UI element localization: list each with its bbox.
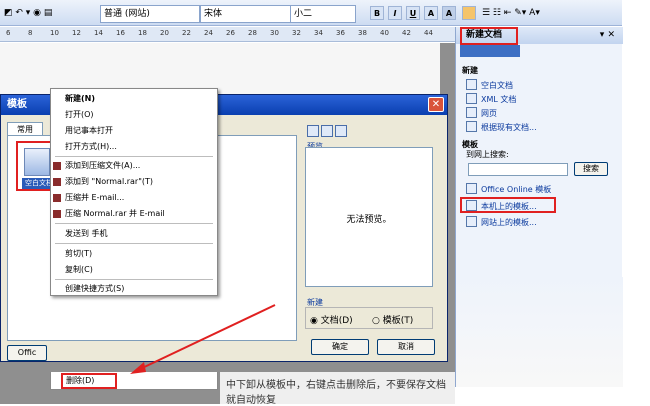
template-icon [466, 216, 477, 227]
no-preview-text: 无法预览。 [346, 215, 392, 225]
taskpane-nav-buttons[interactable] [460, 45, 520, 57]
new-document-taskpane: 新建文档 ▾ ✕ 新建 空白文档 XML 文档 网页 根据现有文档... 模板 … [455, 27, 623, 387]
ruler-tick-label: 38 [358, 29, 367, 37]
ruler-tick-label: 14 [94, 29, 103, 37]
ruler-tick-label: 22 [182, 29, 191, 37]
char-border-button[interactable]: A [442, 6, 456, 20]
section-new: 新建 [462, 66, 478, 75]
style-select[interactable]: 普通 (网站) [100, 5, 200, 23]
bottom-text: 中下卸从模板中，右键点击删除后，不要保存文档就自动恢复 [220, 372, 455, 406]
red-arrow-icon [130, 304, 276, 374]
existing-document-icon [466, 121, 477, 132]
taskpane-item-blank[interactable]: 空白文档 [466, 79, 513, 91]
menu-separator [55, 156, 213, 157]
search-button[interactable]: 搜索 [574, 162, 608, 176]
menu-item-send-to[interactable]: 发送到 手机 [51, 226, 217, 242]
menu-item-compress-email[interactable]: 压缩并 E-mail... [51, 190, 217, 206]
preview-frame: 无法预览。 [305, 147, 433, 287]
font-size-select[interactable]: 小二 [290, 5, 356, 23]
template-icon [466, 200, 477, 211]
formatting-toolbar: ◩ ↶ ▾ ◉ ▤ 普通 (网站) 宋体 小二 B I U A A ☰ ☷ ⇤ … [0, 0, 622, 26]
font-color-button[interactable]: A [424, 6, 438, 20]
menu-item-add-archive[interactable]: 添加到压缩文件(A)... [51, 158, 217, 174]
close-icon[interactable]: ✕ [428, 97, 444, 112]
italic-button[interactable]: I [388, 6, 402, 20]
taskpane-item-office-online[interactable]: Office Online 模板 [466, 183, 551, 195]
ruler-tick-label: 8 [28, 29, 33, 37]
taskpane-empty-area [456, 277, 623, 387]
archive-icon [53, 178, 61, 186]
ruler-tick-label: 26 [226, 29, 235, 37]
ruler-tick-label: 40 [380, 29, 389, 37]
horizontal-ruler: 6 8 10 12 14 16 18 20 22 24 26 28 30 32 34 36 38 40 42 44 [0, 27, 455, 42]
ruler-tick-label: 32 [292, 29, 301, 37]
context-menu: 新建(N) 打开(O) 用记事本打开 打开方式(H)... 添加到压缩文件(A)… [50, 88, 218, 296]
archive-icon [53, 194, 61, 202]
taskpane-item-existing[interactable]: 根据现有文档... [466, 121, 537, 133]
ruler-tick-label: 42 [402, 29, 411, 37]
menu-separator [55, 243, 213, 244]
ok-button[interactable]: 确定 [311, 339, 369, 355]
underline-button[interactable]: U [406, 6, 420, 20]
menu-item-open[interactable]: 打开(O) [51, 107, 217, 123]
radio-template[interactable]: ○ 模板(T) [372, 313, 413, 326]
web-page-icon [466, 107, 477, 118]
office-online-button[interactable]: Offic [7, 345, 47, 361]
taskpane-item-web[interactable]: 网页 [466, 107, 497, 119]
ruler-tick-label: 36 [336, 29, 345, 37]
globe-icon [466, 183, 477, 194]
menu-item-new[interactable]: 新建(N) [51, 91, 217, 107]
menu-separator [55, 279, 213, 280]
menu-item-add-rar[interactable]: 添加到 "Normal.rar"(T) [51, 174, 217, 190]
radio-document[interactable]: ◉ 文档(D) [310, 313, 353, 326]
ruler-tick-label: 28 [248, 29, 257, 37]
archive-icon [53, 162, 61, 170]
menu-item-open-notepad[interactable]: 用记事本打开 [51, 123, 217, 139]
cancel-button[interactable]: 取消 [377, 339, 435, 355]
close-icon[interactable]: ▾ ✕ [600, 27, 615, 44]
bold-button[interactable]: B [370, 6, 384, 20]
highlight-box-title [460, 27, 518, 45]
ruler-tick-label: 30 [270, 29, 279, 37]
highlight-button[interactable] [462, 6, 476, 20]
list-buttons[interactable]: ☰ ☷ ⇤ ✎▾ A▾ [482, 5, 540, 21]
blank-document-icon[interactable] [24, 148, 50, 176]
ruler-tick-label: 44 [424, 29, 433, 37]
menu-item-cut[interactable]: 剪切(T) [51, 246, 217, 262]
taskpane-item-web-templates[interactable]: 网站上的模板... [466, 216, 537, 228]
tab-common[interactable]: 常用 [7, 122, 43, 136]
style-value: 普通 (网站) [104, 9, 150, 19]
font-select[interactable]: 宋体 [200, 5, 298, 23]
view-buttons[interactable] [307, 125, 367, 137]
ruler-tick-label: 16 [116, 29, 125, 37]
blank-document-icon [466, 79, 477, 90]
archive-icon [53, 210, 61, 218]
menu-item-delete[interactable]: 删除(D) [61, 373, 117, 389]
font-value: 宋体 [204, 9, 223, 19]
xml-document-icon [466, 93, 477, 104]
ruler-tick-label: 10 [50, 29, 59, 37]
new-as-group: ◉ 文档(D) ○ 模板(T) [305, 307, 433, 329]
menu-separator [55, 223, 213, 224]
ruler-tick-label: 24 [204, 29, 213, 37]
ruler-tick-label: 6 [6, 29, 11, 37]
taskpane-item-xml[interactable]: XML 文档 [466, 93, 516, 105]
toolbar-left-icons[interactable]: ◩ ↶ ▾ ◉ ▤ [4, 5, 52, 21]
ruler-tick-label: 18 [138, 29, 147, 37]
search-input[interactable] [468, 163, 568, 176]
menu-item-create-shortcut[interactable]: 创建快捷方式(S) [51, 281, 217, 297]
menu-item-compress-rar-email[interactable]: 压缩 Normal.rar 并 E-mail [51, 206, 217, 222]
font-size-value: 小二 [294, 9, 313, 19]
menu-item-open-with[interactable]: 打开方式(H)... [51, 139, 217, 155]
menu-item-copy[interactable]: 复制(C) [51, 262, 217, 278]
taskpane-item-local-templates[interactable]: 本机上的模板... [466, 200, 537, 212]
search-label: 到网上搜索: [466, 150, 509, 159]
ruler-tick-label: 12 [72, 29, 81, 37]
ruler-tick-label: 20 [160, 29, 169, 37]
ruler-tick-label: 34 [314, 29, 323, 37]
